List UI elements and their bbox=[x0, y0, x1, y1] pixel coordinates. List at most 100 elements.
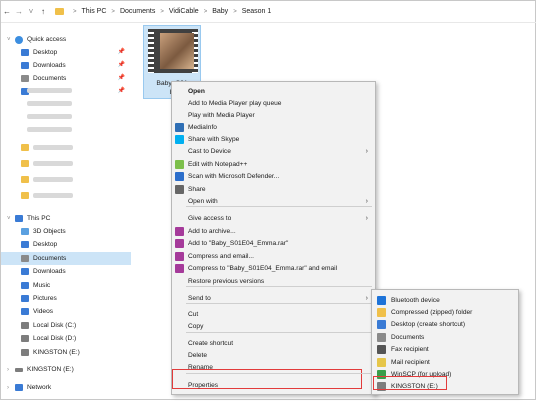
nav-pc-item[interactable]: KINGSTON (E:) bbox=[1, 346, 131, 359]
context-menu-item[interactable]: Cut bbox=[172, 308, 375, 320]
zip-folder-icon bbox=[377, 307, 386, 317]
nav-label: Desktop bbox=[33, 241, 58, 249]
context-menu-item[interactable]: MediaInfo bbox=[172, 121, 375, 133]
nav-this-pc[interactable]: ˅ This PC bbox=[1, 212, 131, 225]
send-to-item[interactable]: Bluetooth device bbox=[372, 294, 518, 306]
context-menu-item[interactable]: Give access to › bbox=[172, 212, 375, 224]
video-thumbnail-image bbox=[148, 29, 198, 73]
drive-folder-icon bbox=[21, 254, 29, 262]
nav-pc-item[interactable]: 3D Objects bbox=[1, 225, 131, 238]
send-to-item[interactable]: Fax recipient bbox=[372, 344, 518, 356]
breadcrumb-item[interactable]: This PC bbox=[82, 8, 107, 15]
drive-folder-icon bbox=[21, 228, 29, 235]
context-menu-item[interactable]: Delete bbox=[172, 349, 375, 361]
drive-folder-icon bbox=[21, 348, 29, 356]
nav-pc-item[interactable]: Documents bbox=[1, 251, 131, 265]
nav-label: Local Disk (C:) bbox=[33, 321, 77, 329]
nav-pc-item[interactable]: Desktop bbox=[1, 238, 131, 251]
breadcrumb-item[interactable]: Documents bbox=[120, 8, 155, 15]
blurred-item bbox=[27, 110, 72, 123]
folder-icon bbox=[21, 192, 29, 199]
nav-kingston[interactable]: › KINGSTON (E:) bbox=[1, 363, 131, 376]
blurred-item-bar bbox=[33, 161, 73, 166]
context-menu-item[interactable]: Edit with Notepad++ bbox=[172, 158, 375, 170]
chevron-right-icon: › bbox=[365, 197, 368, 205]
context-menu-item[interactable]: Properties bbox=[172, 379, 375, 391]
nav-pc-item[interactable]: Local Disk (C:) bbox=[1, 319, 131, 332]
folder-icon bbox=[21, 176, 29, 183]
nav-label: Downloads bbox=[33, 268, 66, 276]
blurred-item bbox=[21, 173, 73, 186]
pin-icon: 📌 bbox=[117, 62, 125, 68]
send-to-label: Compressed (zipped) folder bbox=[391, 308, 473, 316]
send-to-label: Fax recipient bbox=[391, 346, 429, 354]
menu-item-label: Copy bbox=[188, 322, 204, 330]
send-to-label: Desktop (create shortcut) bbox=[391, 321, 466, 329]
context-menu-item[interactable]: Compress and email... bbox=[172, 250, 375, 262]
context-menu-item[interactable]: Copy bbox=[172, 320, 375, 332]
nav-pc-item[interactable]: Videos bbox=[1, 305, 131, 318]
up-arrow-icon[interactable]: ↑ bbox=[37, 4, 49, 20]
menu-separator bbox=[186, 332, 372, 333]
breadcrumb: > This PC > Documents > VidiCable > Baby > Season… bbox=[68, 8, 271, 15]
blurred-item bbox=[21, 141, 73, 154]
send-to-item[interactable]: Desktop (create shortcut) bbox=[372, 319, 518, 331]
nav-quick-access[interactable]: ˅ Quick access bbox=[1, 33, 131, 46]
nav-quick-item[interactable]: Desktop 📌 bbox=[1, 46, 131, 59]
breadcrumb-separator: > bbox=[73, 8, 77, 15]
nav-pc-item[interactable]: Downloads bbox=[1, 265, 131, 278]
menu-item-label: Scan with Microsoft Defender... bbox=[188, 172, 280, 180]
blurred-item bbox=[21, 189, 73, 202]
context-menu-item[interactable]: Cast to Device › bbox=[172, 145, 375, 157]
context-menu-item[interactable]: Rename bbox=[172, 361, 375, 373]
menu-item-label: Share with Skype bbox=[188, 135, 240, 143]
film-strip bbox=[148, 29, 154, 73]
nav-network[interactable]: › Network bbox=[1, 381, 131, 394]
nav-label: Videos bbox=[33, 308, 54, 316]
menu-item-label: Create shortcut bbox=[188, 339, 234, 347]
menu-item-label: Compress to "Baby_S01E04_Emma.rar" and e… bbox=[188, 264, 338, 272]
context-menu-item[interactable]: Share bbox=[172, 183, 375, 195]
send-to-label: Bluetooth device bbox=[391, 296, 440, 304]
send-to-label: Mail recipient bbox=[391, 358, 430, 366]
context-menu-item[interactable]: Add to archive... bbox=[172, 225, 375, 237]
back-arrow-icon[interactable]: ← bbox=[1, 4, 13, 20]
folder-icon bbox=[21, 62, 29, 69]
computer-icon bbox=[15, 215, 23, 222]
nav-label: KINGSTON (E:) bbox=[27, 366, 74, 373]
blurred-item bbox=[27, 97, 72, 110]
blurred-item bbox=[27, 84, 72, 97]
breadcrumb-item[interactable]: Baby bbox=[212, 8, 228, 15]
context-menu-item[interactable]: Compress to "Baby_S01E04_Emma.rar" and e… bbox=[172, 262, 375, 274]
send-to-item[interactable]: Mail recipient bbox=[372, 356, 518, 368]
send-to-item[interactable]: Documents bbox=[372, 331, 518, 343]
context-menu-item[interactable]: Share with Skype bbox=[172, 133, 375, 145]
breadcrumb-item[interactable]: Season 1 bbox=[242, 8, 272, 15]
nav-label: Documents bbox=[33, 75, 67, 82]
menu-item-label: Give access to bbox=[188, 214, 232, 222]
context-menu-item[interactable]: Play with Media Player bbox=[172, 109, 375, 121]
context-menu-item[interactable]: Add to Media Player play queue bbox=[172, 97, 375, 109]
winrar-icon bbox=[175, 263, 184, 273]
pin-icon: 📌 bbox=[117, 49, 125, 55]
skype-icon bbox=[175, 134, 184, 144]
forward-arrow-icon[interactable]: → bbox=[13, 4, 25, 20]
nav-pc-item[interactable]: Local Disk (D:) bbox=[1, 332, 131, 345]
context-menu-item[interactable]: Create shortcut bbox=[172, 337, 375, 349]
breadcrumb-separator: > bbox=[233, 8, 237, 15]
drive-folder-icon bbox=[21, 295, 29, 302]
context-menu: Open Add to Media Player play queue Play w… bbox=[171, 81, 376, 395]
context-menu-item[interactable]: Open bbox=[172, 85, 375, 97]
context-menu-item[interactable]: Add to "Baby_S01E04_Emma.rar" bbox=[172, 237, 375, 249]
breadcrumb-item[interactable]: VidiCable bbox=[169, 8, 199, 15]
send-to-item[interactable]: Compressed (zipped) folder bbox=[372, 306, 518, 318]
nav-quick-item[interactable]: Downloads 📌 bbox=[1, 59, 131, 72]
chevron-down-icon[interactable]: ˅ bbox=[25, 4, 37, 20]
breadcrumb-separator: > bbox=[160, 8, 164, 15]
context-menu-item[interactable]: Scan with Microsoft Defender... bbox=[172, 170, 375, 182]
menu-item-label: Add to Media Player play queue bbox=[188, 99, 282, 107]
nav-pc-item[interactable]: Music bbox=[1, 279, 131, 292]
nav-pc-item[interactable]: Pictures bbox=[1, 292, 131, 305]
blurred-item-bar bbox=[33, 193, 73, 198]
star-icon bbox=[15, 35, 23, 44]
